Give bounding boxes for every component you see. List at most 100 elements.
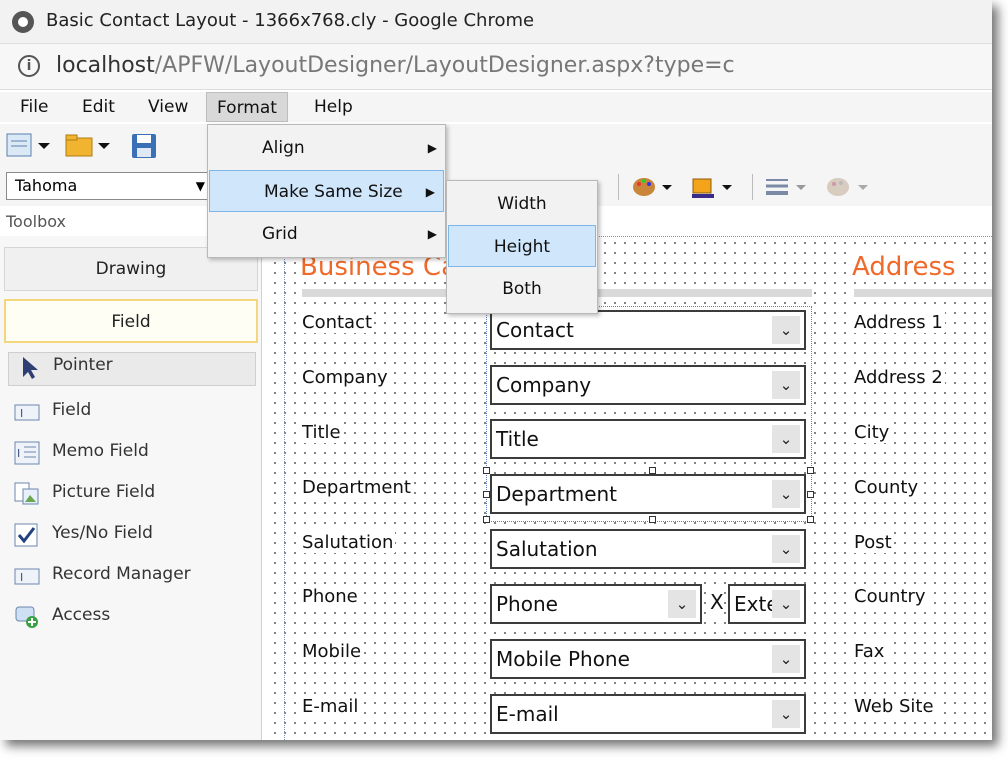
tool-pointer-label: Pointer	[53, 355, 113, 375]
menu-item-grid[interactable]: Grid ▶	[208, 213, 445, 255]
title-combo[interactable]: Title ⌄	[490, 419, 806, 459]
line-color-button[interactable]	[690, 174, 744, 204]
tool-record-manager[interactable]: I Record Manager	[14, 562, 254, 592]
toolbox-label: Toolbox	[6, 212, 66, 231]
url-text[interactable]: localhost/APFW/LayoutDesigner/LayoutDesi…	[56, 53, 735, 78]
chrome-logo-icon	[12, 11, 34, 33]
label-fax[interactable]: Fax	[852, 641, 887, 662]
new-layout-button[interactable]	[6, 132, 56, 164]
label-post[interactable]: Post	[852, 532, 894, 553]
label-city[interactable]: City	[852, 422, 892, 443]
tool-yes-no-field[interactable]: Yes/No Field	[14, 521, 254, 551]
tool-yesno-label: Yes/No Field	[52, 523, 153, 543]
label-email[interactable]: E-mail	[300, 696, 361, 717]
chevron-down-icon[interactable]: ⌄	[772, 371, 800, 399]
format-menu: Align ▶ Make Same Size ▶ Grid ▶	[207, 124, 446, 258]
company-combo-value: Company	[496, 373, 592, 397]
label-salutation[interactable]: Salutation	[300, 532, 396, 553]
menu-item-both-label: Both	[502, 279, 542, 299]
submenu-arrow-icon: ▶	[427, 227, 437, 241]
email-combo[interactable]: E-mail ⌄	[490, 694, 806, 734]
menu-item-both[interactable]: Both	[447, 268, 597, 310]
resize-handle[interactable]	[649, 516, 656, 523]
menu-item-width[interactable]: Width	[447, 183, 597, 225]
menu-item-align[interactable]: Align ▶	[208, 127, 445, 169]
menu-item-grid-label: Grid	[262, 224, 298, 244]
tool-memo-field[interactable]: I Memo Field	[14, 439, 254, 469]
label-county[interactable]: County	[852, 477, 921, 498]
tab-field[interactable]: Field	[4, 299, 258, 343]
phone-combo[interactable]: Phone ⌄	[490, 584, 702, 624]
line-style-button[interactable]	[764, 174, 812, 204]
resize-handle[interactable]	[483, 491, 490, 498]
chevron-down-icon[interactable]: ⌄	[772, 700, 800, 728]
label-website[interactable]: Web Site	[852, 696, 936, 717]
svg-text:I: I	[20, 571, 23, 584]
info-icon[interactable]: i	[18, 55, 40, 77]
heading-rule-right[interactable]	[854, 289, 992, 297]
fill-color-button[interactable]	[632, 174, 682, 204]
salutation-combo-value: Salutation	[496, 537, 598, 561]
chevron-down-icon[interactable]: ⌄	[772, 645, 800, 673]
tool-access-label: Access	[52, 605, 111, 625]
chevron-down-icon[interactable]: ⌄	[772, 316, 800, 344]
label-country[interactable]: Country	[852, 586, 928, 607]
resize-handle[interactable]	[483, 467, 490, 474]
effects-button[interactable]	[826, 174, 874, 204]
resize-handle[interactable]	[807, 467, 814, 474]
menu-item-make-same-size[interactable]: Make Same Size ▶	[209, 170, 444, 212]
toolbar-divider	[752, 174, 753, 200]
browser-window: Basic Contact Layout - 1366x768.cly - Go…	[0, 0, 992, 740]
menu-item-width-label: Width	[497, 194, 547, 214]
open-layout-button[interactable]	[64, 132, 116, 164]
svg-text:I: I	[17, 447, 20, 460]
tool-memo-label: Memo Field	[52, 441, 149, 461]
label-address2[interactable]: Address 2	[852, 367, 945, 388]
title-combo-value: Title	[496, 427, 539, 451]
company-combo[interactable]: Company ⌄	[490, 365, 806, 405]
font-name-select[interactable]: Tahoma ▼	[6, 172, 210, 200]
mobile-combo[interactable]: Mobile Phone ⌄	[490, 639, 806, 679]
tool-access[interactable]: Access	[14, 603, 254, 633]
memo-field-icon: I	[14, 441, 40, 465]
save-icon	[132, 134, 156, 158]
chevron-down-icon[interactable]: ⌄	[668, 590, 696, 618]
contact-combo[interactable]: Contact ⌄	[490, 310, 806, 350]
menu-view[interactable]: View	[138, 92, 198, 122]
picture-field-icon	[14, 482, 39, 505]
chevron-down-icon[interactable]: ⌄	[772, 425, 800, 453]
resize-handle[interactable]	[807, 491, 814, 498]
label-phone[interactable]: Phone	[300, 586, 360, 607]
menu-help[interactable]: Help	[304, 92, 363, 122]
resize-handle[interactable]	[807, 516, 814, 523]
chevron-down-icon[interactable]: ⌄	[772, 480, 800, 508]
label-title[interactable]: Title	[300, 422, 343, 443]
menu-file[interactable]: File	[10, 92, 58, 122]
resize-handle[interactable]	[649, 467, 656, 474]
label-address1[interactable]: Address 1	[852, 312, 945, 333]
department-combo[interactable]: Department ⌄	[490, 474, 806, 514]
chevron-down-icon: ▼	[195, 179, 205, 193]
tool-field[interactable]: I Field	[14, 398, 254, 428]
label-contact[interactable]: Contact	[300, 312, 375, 333]
save-button[interactable]	[130, 132, 158, 164]
tool-field-label: Field	[52, 400, 92, 420]
mobile-combo-value: Mobile Phone	[496, 647, 630, 671]
chevron-down-icon[interactable]: ⌄	[772, 590, 800, 618]
tool-picture-field[interactable]: Picture Field	[14, 480, 254, 510]
menu-edit[interactable]: Edit	[72, 92, 125, 122]
menu-format[interactable]: Format	[206, 92, 288, 122]
extension-x-label[interactable]: X	[710, 590, 724, 614]
menu-item-height[interactable]: Height	[448, 225, 596, 267]
extension-combo[interactable]: Exte ⌄	[728, 584, 806, 624]
label-department[interactable]: Department	[300, 477, 413, 498]
chevron-down-icon[interactable]: ⌄	[772, 535, 800, 563]
pointer-arrow-icon	[23, 357, 38, 379]
tool-pointer[interactable]: Pointer	[8, 352, 256, 386]
label-company[interactable]: Company	[300, 367, 390, 388]
label-mobile[interactable]: Mobile	[300, 641, 364, 662]
salutation-combo[interactable]: Salutation ⌄	[490, 529, 806, 569]
heading-address[interactable]: Address	[852, 252, 962, 282]
checkbox-icon	[14, 523, 38, 547]
resize-handle[interactable]	[483, 516, 490, 523]
